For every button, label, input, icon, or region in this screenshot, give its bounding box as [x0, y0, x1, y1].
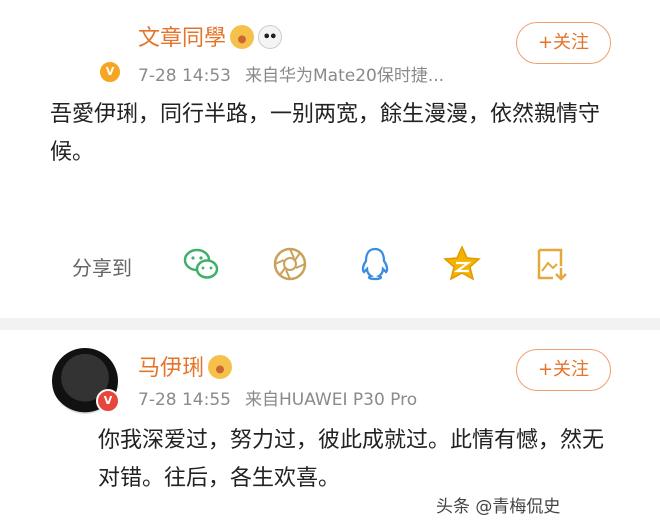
timestamp: 7-28 14:53 — [138, 66, 231, 86]
moments-icon[interactable] — [270, 244, 310, 284]
source-device: 来自HUAWEI P30 Pro — [244, 390, 418, 410]
save-image-icon[interactable] — [531, 244, 571, 284]
username-1[interactable]: 文章同學 — [138, 20, 283, 52]
username-text[interactable]: 马伊琍 — [138, 356, 204, 381]
post-meta-1: 7-28 14:53 来自华为Mate20保时捷... — [138, 61, 444, 86]
follow-button[interactable]: +关注 — [516, 22, 611, 64]
source-device: 来自华为Mate20保时捷... — [244, 66, 445, 86]
post-meta-2: 7-28 14:55 来自HUAWEI P30 Pro — [138, 385, 417, 410]
share-label: 分享到 — [72, 256, 132, 280]
verified-badge-icon: V — [98, 60, 122, 84]
qzone-icon[interactable] — [442, 244, 482, 284]
post-text: 吾愛伊琍，同行半路，一别两宽，餘生漫漫，依然親情守候。 — [50, 102, 601, 165]
laugh-emoji-icon — [208, 355, 233, 379]
watermark: 头条 @青梅侃史 — [430, 490, 567, 519]
panda-emoji-icon — [258, 25, 283, 49]
follow-button[interactable]: +关注 — [516, 349, 611, 391]
qq-icon[interactable] — [355, 244, 395, 284]
post-divider — [0, 318, 660, 330]
timestamp: 7-28 14:55 — [138, 390, 231, 410]
username-text[interactable]: 文章同學 — [138, 26, 226, 51]
post-text: 你我深爱过，努力过，彼此成就过。此情有憾，然无对错。往后，各生欢喜。 — [98, 428, 605, 491]
username-2[interactable]: 马伊琍 — [138, 350, 233, 382]
verified-badge-icon: V — [96, 389, 120, 413]
wechat-icon[interactable] — [181, 244, 221, 284]
laugh-emoji-icon — [230, 25, 255, 49]
